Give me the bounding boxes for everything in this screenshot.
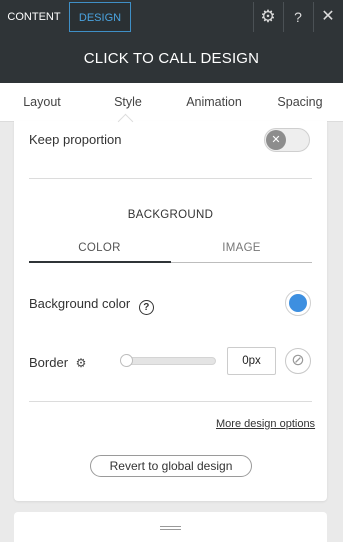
resize-grip-icon[interactable] xyxy=(160,526,181,532)
tab-content[interactable]: CONTENT xyxy=(0,2,68,32)
border-settings-gear-icon[interactable]: ⚙ xyxy=(76,356,87,370)
more-design-options-link[interactable]: More design options xyxy=(216,418,315,430)
active-tab-indicator xyxy=(29,261,171,263)
help-icon[interactable]: ? xyxy=(138,300,154,315)
keep-proportion-label: Keep proportion xyxy=(29,132,122,147)
close-icon[interactable]: ✕ xyxy=(313,2,342,32)
background-color-label: Background color xyxy=(29,296,131,311)
border-width-input[interactable]: 0px xyxy=(227,347,276,375)
border-label: Border xyxy=(29,355,69,370)
tab-spacing[interactable]: Spacing xyxy=(270,83,330,121)
tab-design[interactable]: DESIGN xyxy=(69,2,131,32)
border-slider-thumb[interactable] xyxy=(120,354,133,367)
border-slider-track[interactable] xyxy=(122,357,216,365)
style-panel: Keep proportion ✕ BACKGROUND COLOR IMAGE… xyxy=(14,121,327,501)
toggle-off-icon: ✕ xyxy=(266,130,286,150)
border-row: Border ⚙ xyxy=(29,355,86,370)
tab-layout[interactable]: Layout xyxy=(14,83,70,121)
keep-proportion-toggle[interactable]: ✕ xyxy=(264,128,310,152)
panel-title: CLICK TO CALL DESIGN xyxy=(0,34,343,83)
revert-to-global-design-button[interactable]: Revert to global design xyxy=(90,455,252,477)
help-button[interactable]: ? xyxy=(283,2,312,32)
background-section-title: BACKGROUND xyxy=(127,209,214,221)
background-color-row: Background color ? xyxy=(29,296,154,315)
no-border-icon[interactable]: ⊘ xyxy=(285,348,311,374)
divider xyxy=(29,178,312,179)
tab-animation[interactable]: Animation xyxy=(180,83,248,121)
tab-background-color[interactable]: COLOR xyxy=(29,242,170,262)
background-color-picker[interactable] xyxy=(285,290,311,316)
tab-background-image[interactable]: IMAGE xyxy=(171,242,312,262)
divider xyxy=(29,401,312,402)
color-swatch xyxy=(289,294,307,312)
sub-tab-bar: Layout Style Animation Spacing xyxy=(0,83,343,122)
settings-gear-icon[interactable]: ⚙ xyxy=(253,2,282,32)
